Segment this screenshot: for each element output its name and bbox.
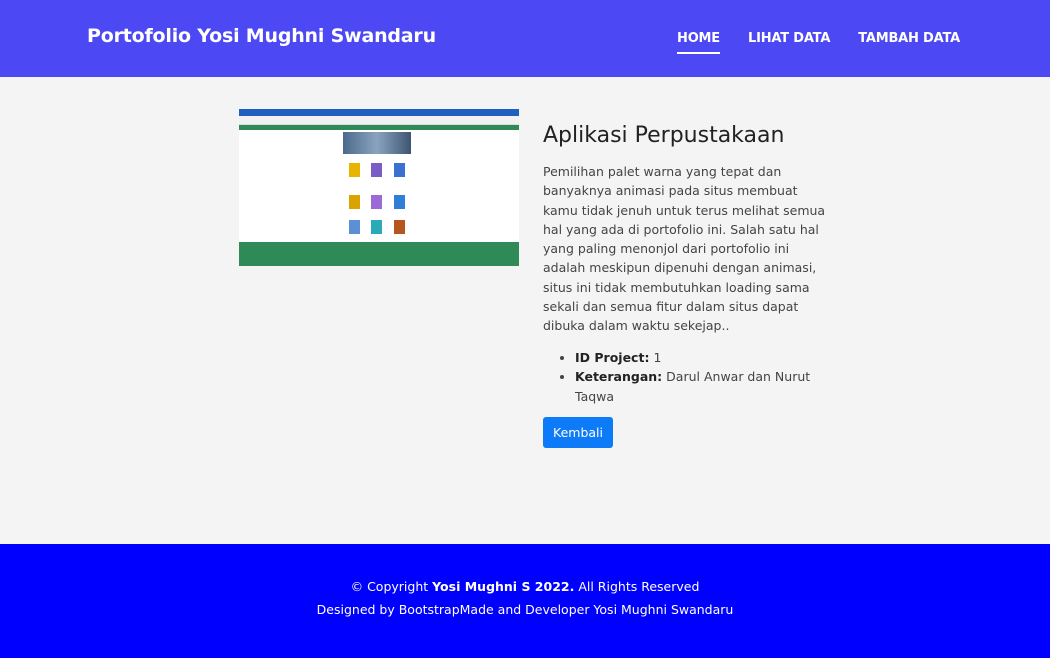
navbar: Portofolio Yosi Mughni Swandaru HOME LIH… bbox=[0, 0, 1050, 77]
thumb-hero-banner bbox=[343, 132, 411, 154]
thumb-book-cover bbox=[394, 195, 405, 209]
info-value: 1 bbox=[653, 349, 662, 365]
thumb-book-cover bbox=[371, 220, 382, 234]
info-label: ID Project: bbox=[575, 349, 650, 365]
thumb-site-body bbox=[239, 130, 519, 242]
footer: © Copyright Yosi Mughni S 2022. All Righ… bbox=[0, 544, 1050, 658]
main-nav: HOME LIHAT DATA TAMBAH DATA bbox=[677, 31, 960, 54]
project-details: Aplikasi Perpustakaan Pemilihan palet wa… bbox=[543, 123, 833, 449]
credits: Designed by BootstrapMade and Developer … bbox=[316, 602, 734, 617]
list-item: Keterangan: Darul Anwar dan Nurut Taqwa bbox=[575, 367, 833, 406]
thumb-browser-tabbar bbox=[239, 109, 519, 116]
project-description: Pemilihan palet warna yang tepat dan ban… bbox=[543, 164, 826, 334]
thumb-book-cover bbox=[394, 163, 405, 177]
copyright-name: Yosi Mughni S 2022. bbox=[432, 579, 575, 594]
nav-home[interactable]: HOME bbox=[677, 31, 720, 54]
project-screenshot bbox=[239, 109, 519, 266]
thumb-book-cover bbox=[371, 195, 382, 209]
brand-title[interactable]: Portofolio Yosi Mughni Swandaru bbox=[87, 25, 436, 47]
thumb-book-cover bbox=[394, 220, 405, 234]
copyright-suffix: All Rights Reserved bbox=[578, 579, 700, 594]
copyright-prefix: © Copyright bbox=[350, 579, 429, 594]
thumb-book-cover bbox=[349, 163, 360, 177]
info-label: Keterangan: bbox=[575, 369, 663, 385]
thumb-address-bar bbox=[239, 116, 519, 125]
thumb-book-cover bbox=[349, 220, 360, 234]
nav-tambah-data[interactable]: TAMBAH DATA bbox=[858, 31, 960, 46]
copyright: © Copyright Yosi Mughni S 2022. All Righ… bbox=[0, 579, 1050, 594]
main-content: Aplikasi Perpustakaan Pemilihan palet wa… bbox=[0, 77, 1050, 544]
thumb-book-cover bbox=[349, 195, 360, 209]
project-info-list: ID Project: 1 Keterangan: Darul Anwar da… bbox=[575, 348, 833, 407]
thumb-site-footer bbox=[239, 242, 519, 266]
project-title: Aplikasi Perpustakaan bbox=[543, 123, 785, 148]
thumb-book-cover bbox=[371, 163, 382, 177]
list-item: ID Project: 1 bbox=[575, 348, 833, 368]
nav-lihat-data[interactable]: LIHAT DATA bbox=[748, 31, 830, 46]
back-button[interactable]: Kembali bbox=[543, 417, 613, 449]
